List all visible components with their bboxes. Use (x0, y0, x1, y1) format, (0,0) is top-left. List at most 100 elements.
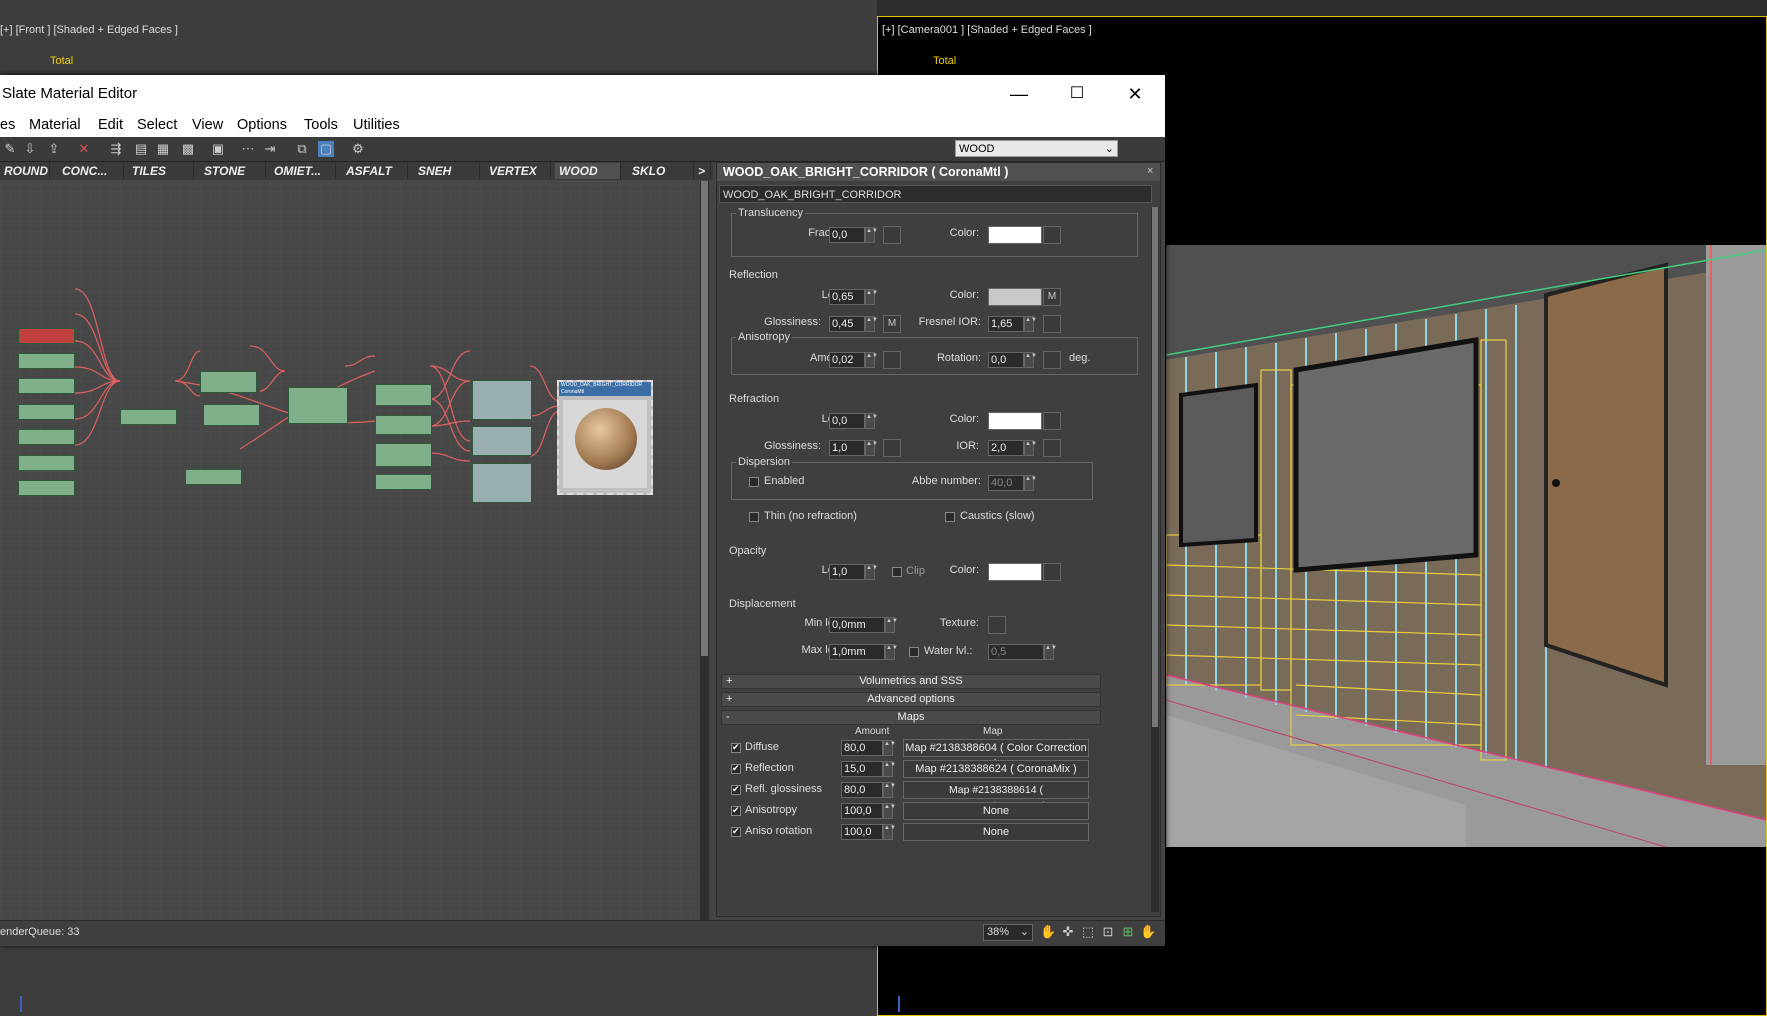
layout-children-icon[interactable]: ⇥ (262, 141, 278, 157)
node-coronaao[interactable] (288, 387, 348, 424)
node-color-correction[interactable] (203, 404, 260, 426)
max-level-spinner-arrows[interactable]: ▲▼ (885, 644, 898, 660)
aniso-rotation-map-button[interactable]: None (903, 823, 1089, 841)
refl-color-map-button[interactable]: M (1043, 288, 1061, 306)
reflection-amount-spinner-arrows[interactable]: ▲▼ (883, 761, 896, 777)
water-level-checkbox[interactable] (909, 647, 919, 657)
aniso-rotation-spinner[interactable]: 0,0 (988, 352, 1024, 368)
checker-icon[interactable]: ▩ (180, 141, 196, 157)
anisotropy-amount-spinner-arrows[interactable]: ▲▼ (883, 803, 896, 819)
menu-material[interactable]: Material (29, 117, 81, 133)
camera-viewport-label[interactable]: [+] [Camera001 ] [Shaded + Edged Faces ] (882, 24, 1092, 36)
tab-ground[interactable]: ROUND (0, 163, 50, 179)
node-bitmap[interactable] (18, 404, 75, 420)
maps-rollout[interactable]: - Maps (721, 710, 1101, 725)
menu-modes[interactable]: es (0, 117, 15, 133)
panel-vscroll[interactable] (1151, 207, 1159, 912)
refl-gloss-map-button[interactable]: Map #2138388614 ( CoronaColorCorrect ) (903, 781, 1089, 812)
caustics-checkbox[interactable] (945, 512, 955, 522)
put-material-icon[interactable]: ⇩ (22, 141, 38, 157)
min-level-spinner-arrows[interactable]: ▲▼ (885, 617, 898, 633)
node-coronacolorcorrect[interactable] (472, 426, 532, 456)
water-level-spinner-arrows[interactable]: ▲▼ (1044, 644, 1057, 660)
thin-checkbox[interactable] (749, 512, 759, 522)
refl-gloss-map-checkbox[interactable] (731, 784, 741, 795)
aniso-rotation-map-button[interactable] (1043, 351, 1061, 369)
dispersion-enabled-checkbox[interactable] (749, 477, 759, 487)
refr-color-swatch[interactable] (988, 412, 1042, 430)
hide-unused-icon[interactable]: ▤ (133, 141, 149, 157)
water-level-spinner[interactable]: 0,5 (988, 644, 1044, 660)
zoom-region-icon[interactable]: ⬚ (1080, 924, 1096, 940)
refr-gloss-spinner-arrows[interactable]: ▲▼ (865, 440, 878, 456)
anisotropy-map-checkbox[interactable] (731, 805, 741, 816)
advanced-options-rollout[interactable]: + Advanced options (721, 692, 1101, 707)
refl-color-swatch[interactable] (988, 288, 1042, 306)
tab-sklo[interactable]: SKLO (628, 163, 694, 179)
fresnel-ior-map-button[interactable] (1043, 315, 1061, 333)
menu-view[interactable]: View (192, 117, 223, 133)
refr-ior-spinner-arrows[interactable]: ▲▼ (1024, 440, 1037, 456)
view-dropdown[interactable]: WOOD ⌄ (955, 140, 1118, 157)
tab-asfalt[interactable]: ASFALT (342, 163, 408, 179)
fraction-spinner[interactable]: 0,0 (829, 227, 865, 243)
translucency-color-swatch[interactable] (988, 226, 1042, 244)
tab-scroll-button[interactable]: > (695, 163, 711, 179)
minimize-button[interactable]: — (990, 75, 1048, 113)
pan-icon[interactable]: ✋ (1040, 924, 1056, 940)
anisotropy-amount-spinner[interactable]: 100,0 (841, 803, 883, 819)
refr-level-spinner-arrows[interactable]: ▲▼ (865, 413, 878, 429)
node-view-canvas[interactable]: WOOD_OAK_BRIGHT_CORRIDOR CoronaMtl (0, 181, 709, 933)
reflection-map-button[interactable]: Map #2138388624 ( CoronaMix ) (903, 760, 1089, 778)
canvas-vscroll[interactable] (700, 181, 709, 933)
layout-icon[interactable]: ⋯ (240, 141, 256, 157)
aniso-amount-spinner[interactable]: 0,02 (829, 352, 865, 368)
zoom-extents-selected-icon[interactable]: ⊞ (1120, 924, 1136, 940)
tab-sneh[interactable]: SNEH (414, 163, 480, 179)
node-output-material[interactable]: WOOD_OAK_BRIGHT_CORRIDOR CoronaMtl (557, 380, 653, 495)
node-bitmap[interactable] (185, 469, 242, 485)
close-button[interactable]: ✕ (1106, 75, 1164, 113)
menu-options[interactable]: Options (237, 117, 287, 133)
node-bitmap[interactable] (18, 455, 75, 471)
parameter-editor-icon[interactable]: ▢ (318, 141, 334, 157)
tab-tiles[interactable]: TILES (128, 163, 194, 179)
move-children-icon[interactable]: ⇶ (108, 141, 124, 157)
node-color-correction[interactable] (200, 371, 257, 393)
slate-material-editor-window[interactable]: Slate Material Editor — ☐ ✕ es Material … (0, 75, 1165, 946)
node-coronamix[interactable] (472, 380, 532, 420)
title-bar[interactable]: Slate Material Editor — ☐ ✕ (0, 75, 1165, 113)
node-bitmap[interactable] (18, 328, 75, 344)
zoom-dropdown[interactable]: 38% ⌄ (983, 924, 1033, 941)
fraction-spinner-arrows[interactable]: ▲▼ (865, 227, 878, 243)
min-level-spinner[interactable]: 0,0mm (829, 617, 885, 633)
canvas-vscroll-thumb[interactable] (701, 181, 708, 656)
opacity-level-spinner-arrows[interactable]: ▲▼ (865, 564, 878, 580)
panel-vscroll-thumb[interactable] (1152, 207, 1158, 727)
node-color-correction[interactable] (375, 384, 432, 406)
tab-omiet[interactable]: OMIET... (270, 163, 336, 179)
material-name-field[interactable]: WOOD_OAK_BRIGHT_CORRIDOR (719, 185, 1152, 203)
fresnel-ior-spinner[interactable]: 1,65 (988, 316, 1024, 332)
refr-ior-map-button[interactable] (1043, 439, 1061, 457)
menu-edit[interactable]: Edit (98, 117, 123, 133)
delete-icon[interactable]: ✕ (76, 141, 92, 157)
refl-level-spinner-arrows[interactable]: ▲▼ (865, 289, 878, 305)
node-coronacolor[interactable] (375, 415, 432, 435)
node-bitmap[interactable] (375, 474, 432, 490)
refl-gloss-amount-spinner[interactable]: 80,0 (841, 782, 883, 798)
opacity-color-map-button[interactable] (1043, 563, 1061, 581)
aniso-rotation-map-checkbox[interactable] (731, 826, 741, 837)
assign-material-icon[interactable]: ⇪ (46, 141, 62, 157)
refr-gloss-map-button[interactable] (883, 439, 901, 457)
node-bitmap[interactable] (18, 429, 75, 445)
opacity-level-spinner[interactable]: 1,0 (829, 564, 865, 580)
refl-level-spinner[interactable]: 0,65 (829, 289, 865, 305)
node-bitmap[interactable] (18, 378, 75, 394)
menu-select[interactable]: Select (137, 117, 177, 133)
aniso-rotation-amount-spinner-arrows[interactable]: ▲▼ (883, 824, 896, 840)
translucency-color-map-button[interactable] (1043, 226, 1061, 244)
node-coronamix[interactable] (472, 463, 532, 503)
menu-tools[interactable]: Tools (304, 117, 338, 133)
aniso-amount-spinner-arrows[interactable]: ▲▼ (865, 352, 878, 368)
